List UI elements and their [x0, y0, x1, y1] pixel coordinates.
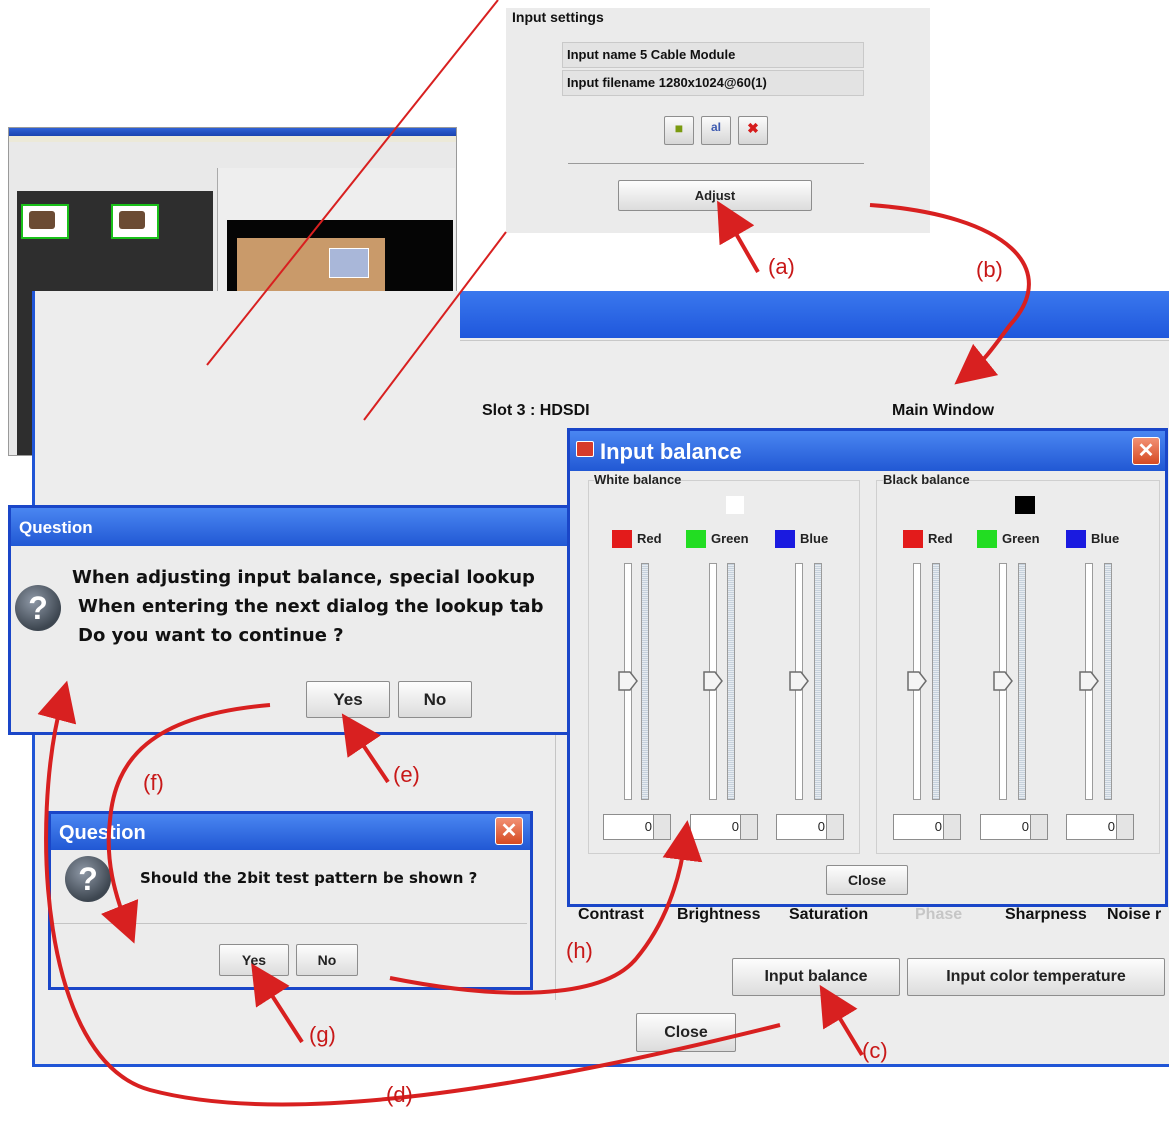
arrow-b — [869, 203, 1031, 385]
black-green-slider-thumb[interactable] — [993, 671, 1013, 691]
annotation-h: (h) — [566, 938, 593, 963]
arrow-a — [717, 200, 760, 273]
annotation-b: (b) — [976, 257, 1003, 282]
arrow-e — [341, 713, 390, 784]
arrow-g — [251, 963, 304, 1044]
arrow-c — [819, 984, 864, 1057]
annotation-d: (d) — [386, 1082, 413, 1107]
zoom-guide-lines — [206, 0, 507, 421]
white-red-slider-thumb[interactable] — [618, 671, 638, 691]
arrow-f — [101, 703, 271, 944]
annotation-c: (c) — [862, 1038, 888, 1063]
white-blue-slider-thumb[interactable] — [789, 671, 809, 691]
annotation-g: (g) — [309, 1022, 336, 1047]
workflow-arrows — [37, 200, 1031, 1107]
black-blue-slider-thumb[interactable] — [1079, 671, 1099, 691]
annotation-f: (f) — [143, 770, 164, 795]
annotation-e: (e) — [393, 762, 420, 787]
white-green-slider-thumb[interactable] — [703, 671, 723, 691]
slider-thumbs — [618, 671, 1099, 691]
arrow-h — [389, 820, 703, 995]
annotation-a: (a) — [768, 254, 795, 279]
black-red-slider-thumb[interactable] — [907, 671, 927, 691]
